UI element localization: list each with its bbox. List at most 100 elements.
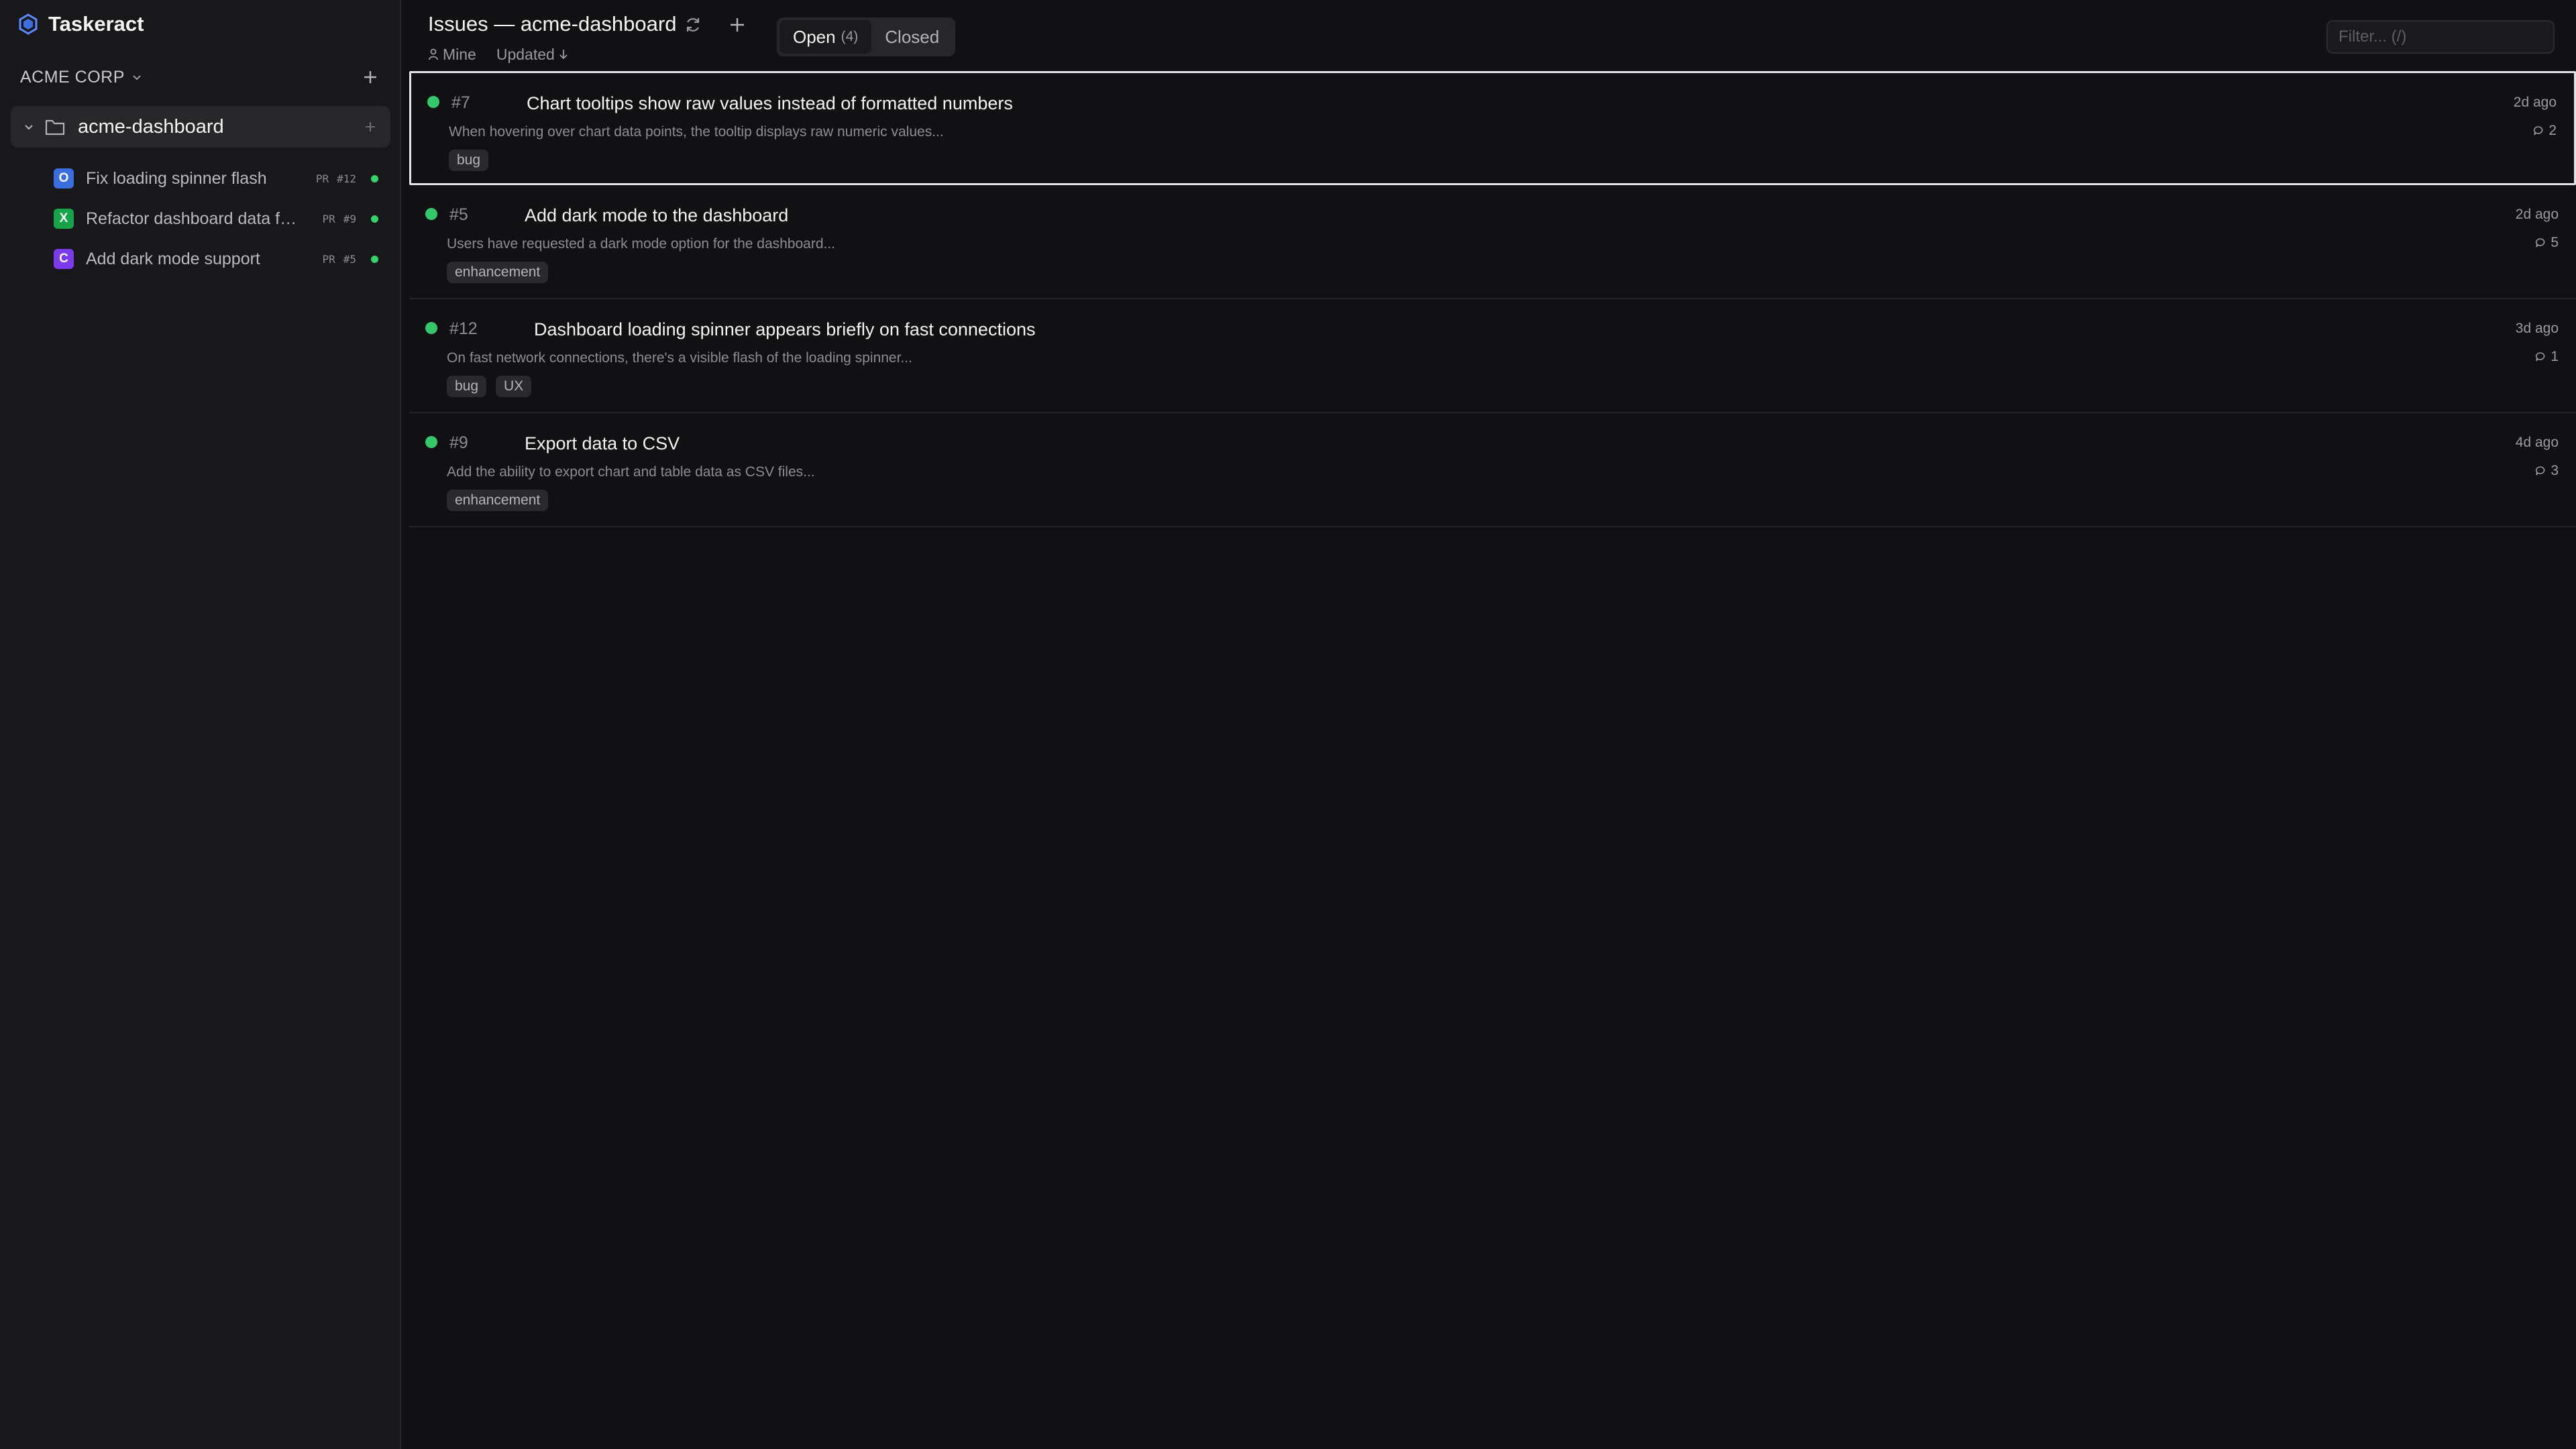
label-badge: enhancement [447,262,549,283]
issue-title: Add dark mode to the dashboard [525,205,789,225]
issue-number: #9 [449,433,468,452]
issue-updated-time: 3d ago [2515,321,2559,336]
issue-row[interactable]: #7 Chart tooltips show raw values instea… [409,71,2576,185]
issue-number: #5 [449,205,468,224]
org-switcher[interactable]: ACME CORP [20,68,144,87]
status-dot [371,215,378,223]
pull-request-item[interactable]: O Fix loading spinner flash PR #12 [54,158,382,199]
issue-comments: 3 [2534,463,2559,479]
pr-title: Add dark mode support [86,249,260,268]
add-pr-button[interactable] [364,120,377,133]
tab-open-label: Open [793,26,836,47]
sidebar-project-acme-dashboard[interactable]: acme-dashboard [11,106,390,148]
arrow-down-icon [559,50,568,60]
status-dot [371,174,378,182]
hexagon-logo-icon [19,13,38,35]
pull-request-list: O Fix loading spinner flash PR #12 X Ref… [54,158,382,279]
issue-labels: bug UX [447,376,532,397]
issue-updated-time: 4d ago [2515,435,2559,450]
avatar: X [54,209,74,229]
issue-labels: enhancement [447,262,549,283]
pr-meta: PR #5 [322,253,356,266]
issue-comments: 1 [2534,349,2559,365]
project-name: acme-dashboard [78,115,224,138]
issues-panel: Issues — acme-dashboard Open (4) Closed [401,0,2576,1449]
filter-input[interactable] [2326,20,2555,54]
issue-row[interactable]: #12 Dashboard loading spinner appears br… [409,299,2576,413]
pr-number: #12 [337,172,356,185]
status-dot [371,255,378,263]
issue-labels: enhancement [447,490,549,511]
issue-description: Users have requested a dark mode option … [447,236,836,252]
mine-filter-label: Mine [443,45,476,63]
issue-title: Chart tooltips show raw values instead o… [527,93,1013,113]
folder-icon [45,119,65,136]
issue-comments: 2 [2532,123,2557,139]
tab-closed[interactable]: Closed [871,20,953,54]
issue-comments: 5 [2534,235,2559,251]
issue-title: Export data to CSV [525,433,680,453]
org-switcher-row: ACME CORP [20,66,380,89]
comment-count: 1 [2551,349,2559,364]
issue-state-tabs: Open (4) Closed [777,17,956,56]
label-badge: enhancement [447,490,549,511]
issue-description: On fast network connections, there's a v… [447,350,912,366]
issue-number: #7 [451,93,470,112]
avatar: O [54,168,74,189]
filter-toolbar: Mine Updated [428,44,568,64]
issue-title: Dashboard loading spinner appears briefl… [534,319,1036,339]
chevron-down-icon [133,75,141,80]
comment-icon [2534,126,2543,136]
label-badge: bug [447,376,487,397]
org-name: ACME CORP [20,67,125,87]
open-status-dot [425,208,437,220]
add-issue-button[interactable] [727,15,747,35]
issue-row[interactable]: #5 Add dark mode to the dashboard Users … [409,185,2576,299]
pr-number: #5 [343,252,356,266]
pr-title: Fix loading spinner flash [86,168,267,188]
add-project-button[interactable] [361,68,380,87]
user-icon [429,48,438,60]
open-status-dot [427,96,439,108]
chevron-down-icon[interactable] [23,121,35,133]
comment-icon [2536,466,2545,476]
avatar: C [54,249,74,269]
comment-count: 5 [2551,235,2559,250]
pr-number: #9 [343,212,356,225]
issue-updated-time: 2d ago [2513,95,2557,110]
pr-title: Refactor dashboard data fetching [86,209,298,228]
pr-tag: PR [315,172,329,185]
pr-tag: PR [322,212,335,225]
pull-request-item[interactable]: C Add dark mode support PR #5 [54,239,382,279]
refresh-button[interactable] [683,15,703,35]
app-name: Taskeract [48,12,144,36]
mine-filter-button[interactable]: Mine [428,46,476,64]
label-badge: bug [449,150,489,171]
issue-updated-time: 2d ago [2515,207,2559,222]
open-status-dot [425,436,437,448]
sort-label: Updated [496,45,555,63]
issue-list: #7 Chart tooltips show raw values instea… [409,71,2576,527]
page-title: Issues — acme-dashboard [428,12,677,36]
pr-meta: PR #9 [322,213,356,225]
pr-tag: PR [322,252,335,266]
comment-icon [2536,238,2545,248]
issue-number: #12 [449,319,478,338]
issue-description: When hovering over chart data points, th… [449,124,944,140]
issue-row[interactable]: #9 Export data to CSV Add the ability to… [409,413,2576,527]
sort-button[interactable]: Updated [496,46,568,64]
brand[interactable]: Taskeract [17,11,144,38]
tab-open-count: (4) [841,29,859,44]
pull-request-item[interactable]: X Refactor dashboard data fetching PR #9 [54,199,382,239]
comment-count: 2 [2548,123,2557,138]
comment-icon [2536,352,2545,362]
issue-description: Add the ability to export chart and tabl… [447,464,815,480]
comment-count: 3 [2551,463,2559,478]
label-badge: UX [496,376,532,397]
tab-closed-label: Closed [885,26,940,47]
tab-open[interactable]: Open (4) [780,20,872,54]
pr-meta: PR #12 [316,172,356,185]
sidebar: Taskeract ACME CORP acme-dashboard O Fix… [0,0,401,1449]
open-status-dot [425,322,437,334]
issue-labels: bug [449,150,489,171]
